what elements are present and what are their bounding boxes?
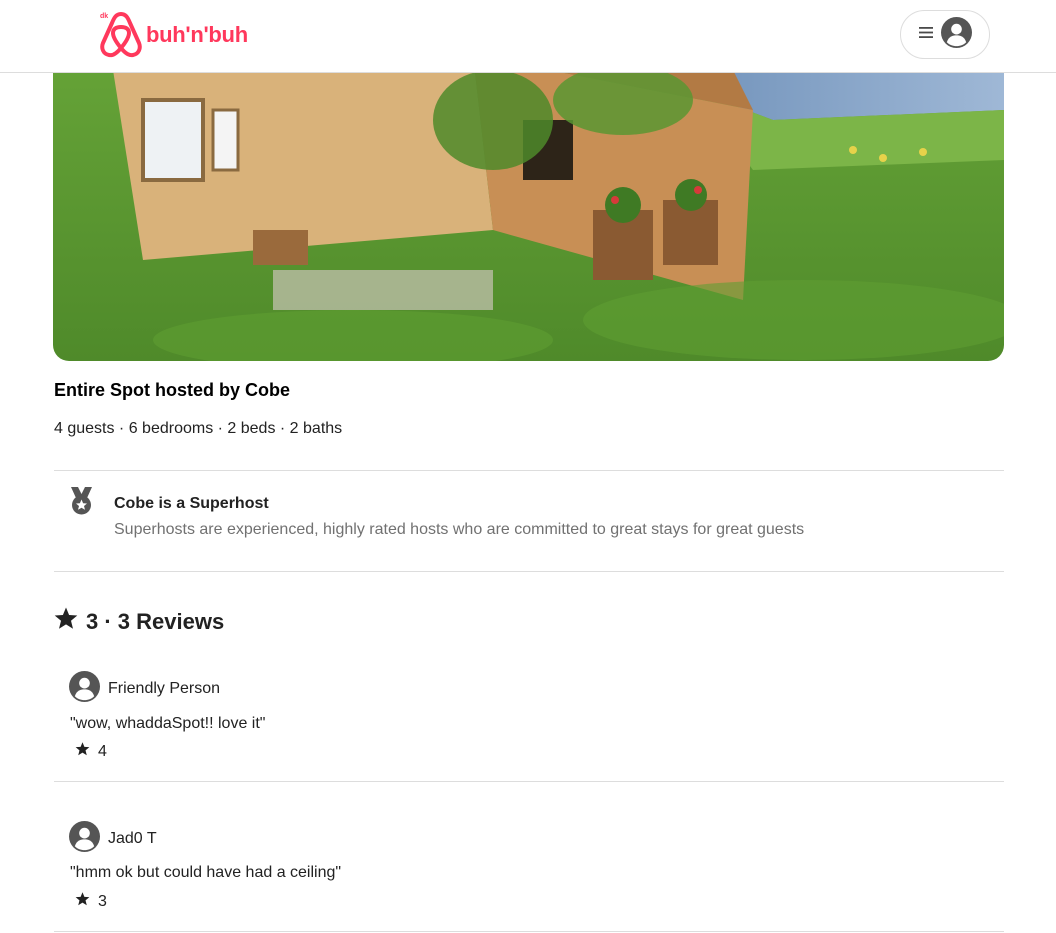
review-item: Jad0 T "hmm ok but could have had a ceil… <box>54 821 1004 931</box>
listing-title: Entire Spot hosted by Cobe <box>54 380 291 400</box>
section-divider <box>54 571 1004 572</box>
reviews-summary: 3 · 3 Reviews <box>86 608 225 634</box>
section-divider <box>54 470 1004 471</box>
reviewer-name: Friendly Person <box>108 680 221 697</box>
review-rating: 4 <box>75 742 107 761</box>
user-avatar-icon <box>940 16 972 53</box>
reviews-heading: 3 · 3 Reviews <box>54 607 224 636</box>
review-rating-value: 4 <box>98 742 107 760</box>
home-logo-link[interactable]: dk buh'n'buh <box>98 9 248 59</box>
review-text: "hmm ok but could have had a ceiling" <box>70 864 342 881</box>
reviewer-name: Jad0 T <box>108 830 157 847</box>
review-text: "wow, whaddaSpot!! love it" <box>70 715 266 732</box>
superhost-title: Cobe is a Superhost <box>114 495 269 512</box>
star-icon <box>75 892 90 911</box>
logo-text: buh'n'buh <box>146 21 248 47</box>
review-divider <box>54 931 1004 932</box>
review-divider <box>54 781 1004 782</box>
hamburger-menu-icon <box>918 26 933 44</box>
logo-small-text: dk <box>100 13 109 20</box>
review-item: Friendly Person "wow, whaddaSpot!! love … <box>54 671 1004 781</box>
superhost-description: Superhosts are experienced, highly rated… <box>114 521 805 538</box>
user-avatar-icon <box>69 821 100 857</box>
star-icon <box>54 607 78 636</box>
profile-menu-button[interactable] <box>900 10 990 59</box>
medal-icon <box>68 487 95 515</box>
top-navbar: dk buh'n'buh <box>0 0 1056 73</box>
review-rating-value: 3 <box>98 892 107 910</box>
review-rating: 3 <box>75 892 107 911</box>
star-icon <box>75 742 90 761</box>
logo-icon: dk <box>98 10 144 58</box>
reviewer: Friendly Person <box>69 671 220 707</box>
listing-specs: 4 guests · 6 bedrooms · 2 beds · 2 baths <box>54 420 343 437</box>
reviewer: Jad0 T <box>69 821 157 857</box>
user-avatar-icon <box>69 671 100 707</box>
